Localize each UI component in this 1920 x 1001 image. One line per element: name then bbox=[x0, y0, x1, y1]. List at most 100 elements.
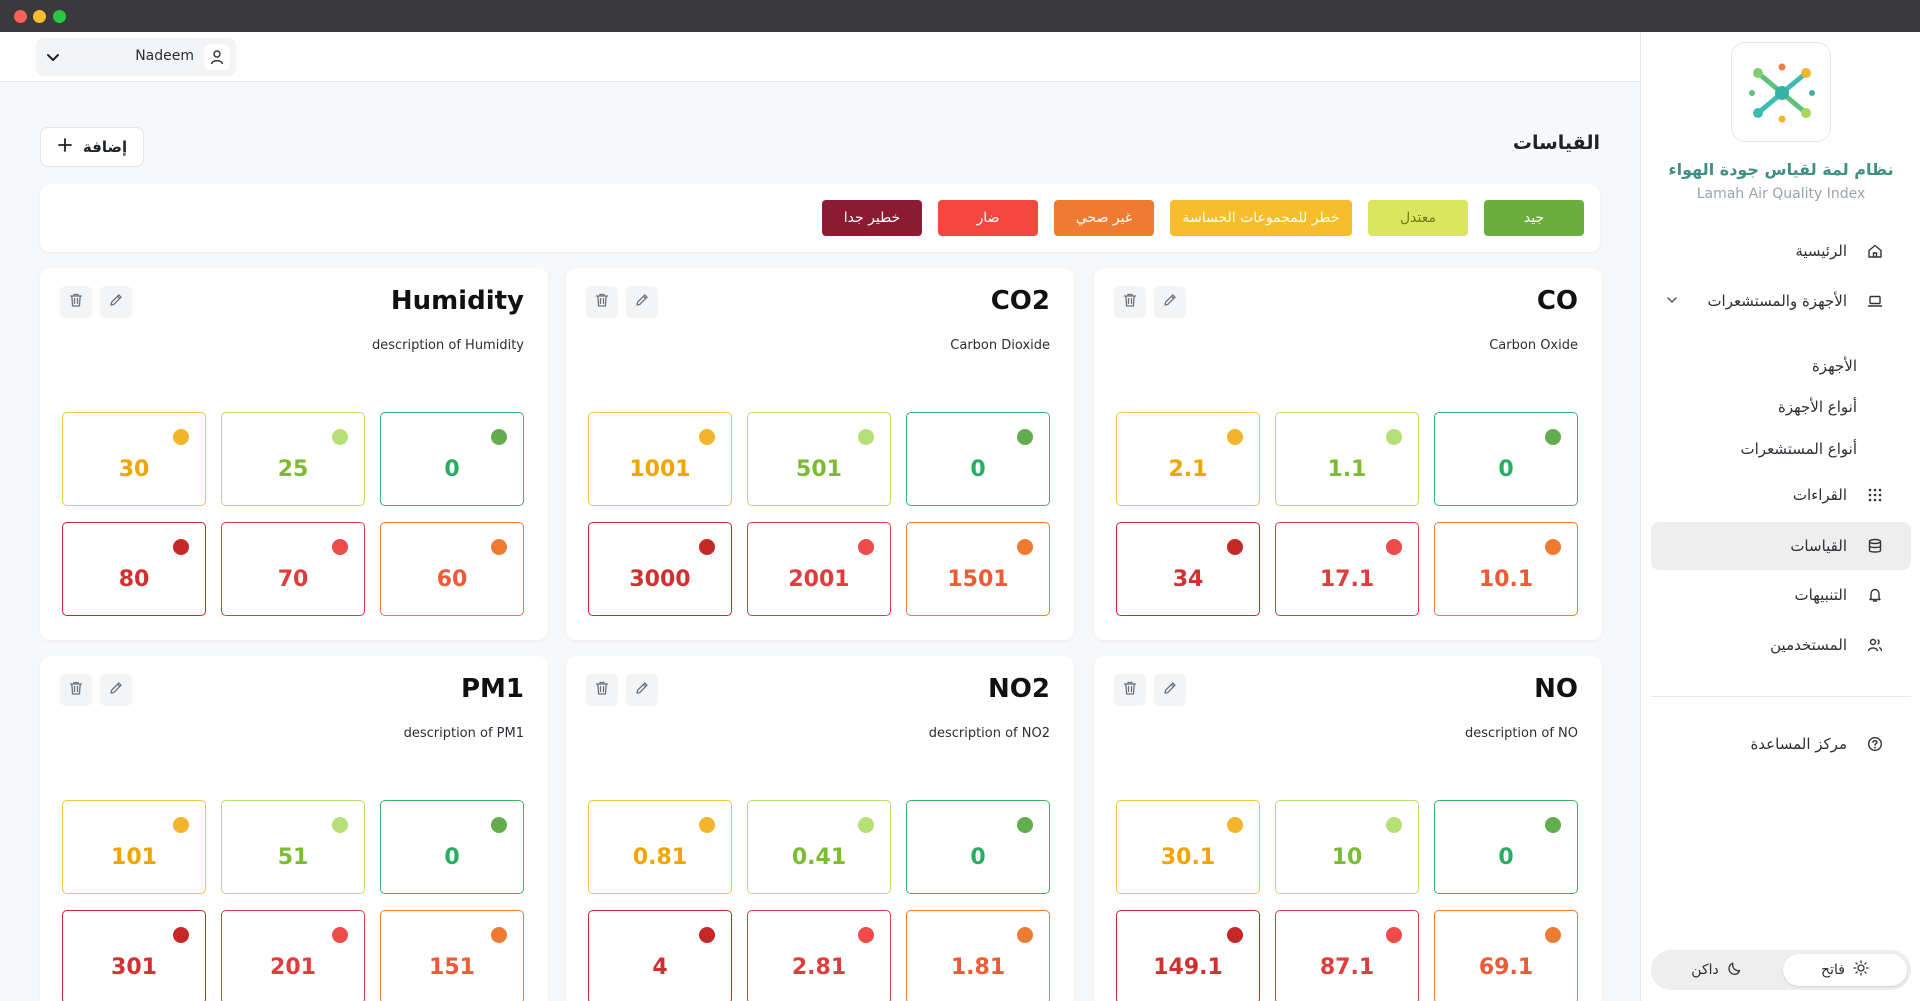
edit-button[interactable] bbox=[626, 286, 658, 318]
level-very-harmful-box: 34 bbox=[1116, 522, 1260, 616]
sidebar-item-users[interactable]: المستخدمين bbox=[1651, 621, 1911, 669]
sidebar-item-alerts[interactable]: التنبيهات bbox=[1651, 571, 1911, 619]
measurement-description: Carbon Oxide bbox=[1489, 338, 1578, 353]
level-indicator-dot bbox=[858, 429, 874, 445]
user-menu[interactable]: Nadeem bbox=[36, 38, 236, 76]
level-indicator-dot bbox=[491, 817, 507, 833]
level-indicator-dot bbox=[1227, 927, 1243, 943]
delete-button[interactable] bbox=[586, 674, 618, 706]
level-indicator-dot bbox=[1227, 539, 1243, 555]
close-window-button[interactable] bbox=[14, 10, 27, 23]
sidebar-item-home[interactable]: الرئيسية bbox=[1651, 227, 1911, 275]
level-moderate-box: 10 bbox=[1275, 800, 1419, 894]
home-icon bbox=[1865, 241, 1885, 261]
sidebar-item-help-center[interactable]: مركز المساعدة bbox=[1651, 720, 1911, 768]
legend-label: خطر للمجموعات الحساسة bbox=[1182, 210, 1340, 226]
level-threshold-value: 10 bbox=[1331, 845, 1363, 870]
delete-button[interactable] bbox=[60, 286, 92, 318]
level-very-harmful-box: 80 bbox=[62, 522, 206, 616]
pencil-icon bbox=[108, 292, 124, 312]
legend-chip-very-harmful: خطير جدا bbox=[822, 200, 922, 236]
measurement-description: description of Humidity bbox=[371, 338, 524, 353]
measurement-card-no2: NO2 description of NO2 0 0.41 0.81 1.81 2.81… bbox=[566, 656, 1074, 1001]
help-icon bbox=[1865, 734, 1885, 754]
sidebar-subitem-device-types[interactable]: أنواع الأجهزة bbox=[1651, 393, 1857, 421]
level-harmful-box: 2001 bbox=[747, 522, 891, 616]
sidebar-item-readings[interactable]: القراءات bbox=[1651, 471, 1911, 519]
sidebar: نظام لمة لقياس جودة الهواء Lamah Air Qua… bbox=[1640, 32, 1920, 1001]
edit-button[interactable] bbox=[100, 674, 132, 706]
add-button[interactable]: إضافة bbox=[40, 127, 144, 167]
level-sensitive-box: 30 bbox=[62, 412, 206, 506]
theme-light-label: فاتح bbox=[1821, 962, 1845, 978]
level-threshold-value: 0 bbox=[970, 845, 986, 870]
sidebar-item-measurements[interactable]: القياسات bbox=[1651, 522, 1911, 570]
level-good-box: 0 bbox=[1434, 412, 1578, 506]
level-indicator-dot bbox=[1386, 429, 1402, 445]
trash-icon bbox=[594, 292, 610, 312]
level-threshold-value: 17.1 bbox=[1319, 567, 1375, 592]
level-threshold-value: 3000 bbox=[629, 567, 691, 592]
theme-light-option[interactable]: فاتح bbox=[1783, 954, 1907, 986]
level-indicator-dot bbox=[1386, 817, 1402, 833]
chevron-down-icon[interactable] bbox=[1665, 293, 1679, 311]
pencil-icon bbox=[634, 680, 650, 700]
legend-label: معتدل bbox=[1400, 210, 1436, 226]
sidebar-item-devices-sensors[interactable]: الأجهزة والمستشعرات bbox=[1651, 277, 1911, 325]
maximize-window-button[interactable] bbox=[53, 10, 66, 23]
level-sensitive-box: 1001 bbox=[588, 412, 732, 506]
plus-icon bbox=[57, 137, 73, 157]
level-indicator-dot bbox=[1545, 539, 1561, 555]
level-threshold-value: 1.81 bbox=[950, 955, 1006, 980]
level-threshold-value: 2001 bbox=[788, 567, 850, 592]
level-unhealthy-box: 10.1 bbox=[1434, 522, 1578, 616]
delete-button[interactable] bbox=[1114, 286, 1146, 318]
delete-button[interactable] bbox=[60, 674, 92, 706]
level-unhealthy-box: 69.1 bbox=[1434, 910, 1578, 1001]
edit-button[interactable] bbox=[100, 286, 132, 318]
edit-button[interactable] bbox=[1154, 674, 1186, 706]
level-moderate-box: 0.41 bbox=[747, 800, 891, 894]
level-threshold-value: 70 bbox=[277, 567, 309, 592]
level-indicator-dot bbox=[332, 817, 348, 833]
pencil-icon bbox=[1162, 680, 1178, 700]
top-header: Nadeem bbox=[0, 32, 1640, 82]
edit-button[interactable] bbox=[626, 674, 658, 706]
brand-title: نظام لمة لقياس جودة الهواء bbox=[1668, 160, 1894, 179]
theme-dark-option[interactable]: داكن bbox=[1655, 954, 1779, 986]
delete-button[interactable] bbox=[586, 286, 618, 318]
level-unhealthy-box: 1501 bbox=[906, 522, 1050, 616]
trash-icon bbox=[594, 680, 610, 700]
edit-button[interactable] bbox=[1154, 286, 1186, 318]
level-moderate-box: 25 bbox=[221, 412, 365, 506]
level-good-box: 0 bbox=[380, 412, 524, 506]
level-unhealthy-box: 1.81 bbox=[906, 910, 1050, 1001]
level-threshold-value: 0 bbox=[444, 457, 460, 482]
level-indicator-dot bbox=[332, 539, 348, 555]
level-threshold-value: 149.1 bbox=[1153, 955, 1223, 980]
users-icon bbox=[1865, 635, 1885, 655]
sidebar-subitem-sensor-types[interactable]: أنواع المستشعرات bbox=[1651, 435, 1857, 463]
level-moderate-box: 501 bbox=[747, 412, 891, 506]
level-indicator-dot bbox=[173, 539, 189, 555]
level-indicator-dot bbox=[1227, 429, 1243, 445]
app-logo bbox=[1731, 42, 1831, 142]
add-label: إضافة bbox=[82, 138, 128, 156]
level-threshold-value: 0 bbox=[444, 845, 460, 870]
legend-chip-moderate: معتدل bbox=[1368, 200, 1468, 236]
level-threshold-value: 0 bbox=[970, 457, 986, 482]
trash-icon bbox=[68, 680, 84, 700]
measurement-card-co2: CO2 Carbon Dioxide 0 501 1001 1501 2001 3000 bbox=[566, 268, 1074, 640]
level-indicator-dot bbox=[1386, 539, 1402, 555]
window-titlebar bbox=[0, 0, 1920, 32]
level-indicator-dot bbox=[699, 429, 715, 445]
level-very-harmful-box: 4 bbox=[588, 910, 732, 1001]
minimize-window-button[interactable] bbox=[33, 10, 46, 23]
measurement-card-no: NO description of NO 0 10 30.1 69.1 87.1 149.… bbox=[1094, 656, 1602, 1001]
delete-button[interactable] bbox=[1114, 674, 1146, 706]
level-indicator-dot bbox=[699, 927, 715, 943]
sidebar-item-label: مركز المساعدة bbox=[1750, 735, 1847, 753]
level-indicator-dot bbox=[1017, 817, 1033, 833]
sidebar-subitem-devices[interactable]: الأجهزة bbox=[1651, 352, 1857, 380]
legend-chip-good: جيد bbox=[1484, 200, 1584, 236]
